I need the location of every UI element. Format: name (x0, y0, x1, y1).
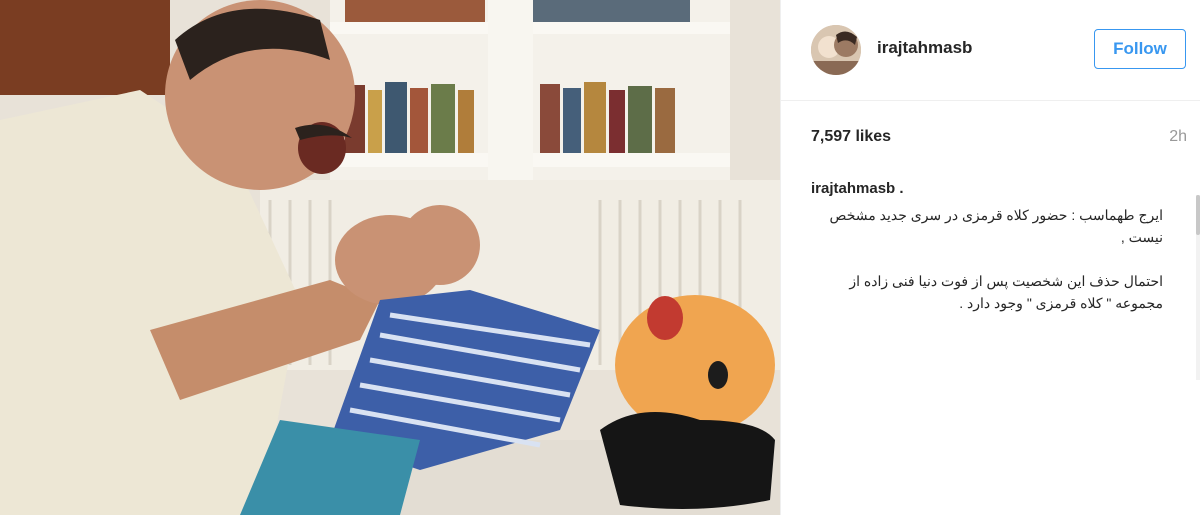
scrollbar-thumb[interactable] (1196, 195, 1200, 235)
avatar[interactable] (811, 25, 861, 75)
post-details-panel: irajtahmasb Follow 7,597 likes 2h irajta… (780, 0, 1200, 515)
comments-scrollbar[interactable] (1196, 195, 1200, 380)
post-username[interactable]: irajtahmasb (877, 38, 972, 58)
caption-paragraph: ایرج طهماسب : حضور کلاه قرمزی در سری جدی… (829, 207, 1163, 245)
post-image[interactable] (0, 0, 780, 515)
post-photo-illustration (0, 0, 780, 515)
post-header: irajtahmasb Follow (781, 0, 1200, 101)
caption-username[interactable]: irajtahmasb . (811, 180, 904, 197)
likes-count[interactable]: 7,597 likes (811, 128, 891, 146)
caption-paragraph: احتمال حذف این شخصیت پس از فوت دنیا فنی … (849, 273, 1163, 311)
post-timestamp[interactable]: 2h (1169, 128, 1187, 146)
profile-photo-icon (811, 25, 861, 75)
follow-button[interactable]: Follow (1094, 29, 1186, 69)
post-caption: ایرج طهماسب : حضور کلاه قرمزی در سری جدی… (801, 204, 1163, 336)
